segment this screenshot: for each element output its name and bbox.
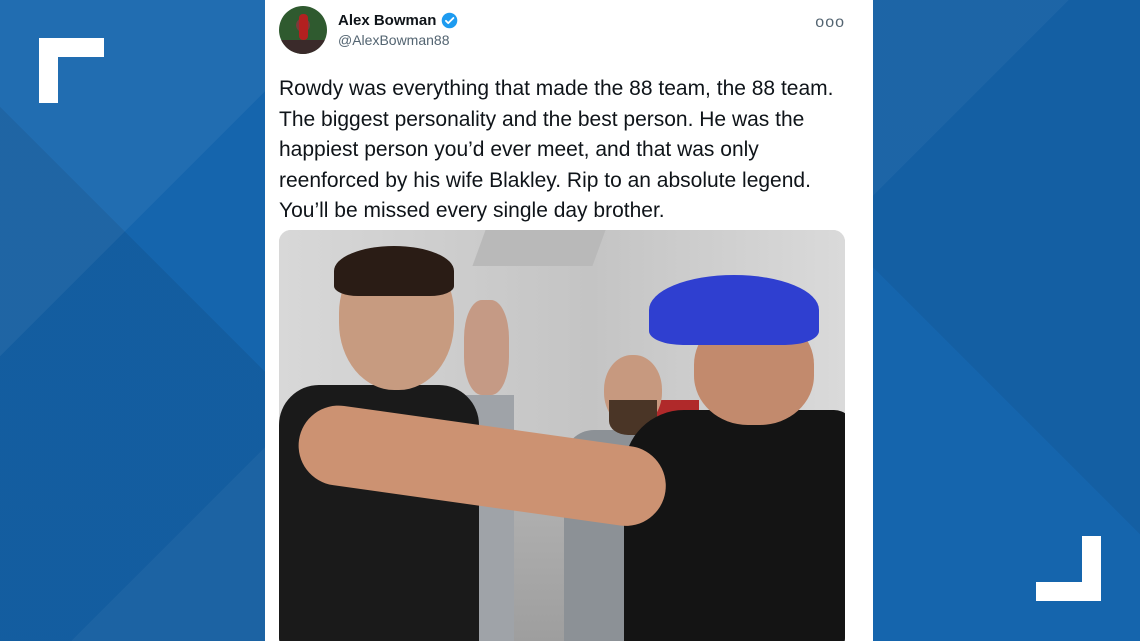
corner-bracket-top-left bbox=[39, 38, 104, 103]
author-handle[interactable]: @AlexBowman88 bbox=[338, 32, 450, 48]
author-row: Alex Bowman bbox=[338, 12, 458, 29]
verified-badge-icon bbox=[442, 12, 458, 29]
tweet-photo[interactable] bbox=[279, 230, 845, 641]
corner-bracket-bottom-right bbox=[1036, 536, 1101, 601]
tweet-card: Alex Bowman @AlexBowman88 ooo Rowdy was … bbox=[265, 0, 873, 641]
avatar[interactable] bbox=[279, 6, 327, 54]
tweet-text: Rowdy was everything that made the 88 te… bbox=[279, 77, 834, 222]
author-name[interactable]: Alex Bowman bbox=[338, 12, 436, 29]
tweet-header: Alex Bowman @AlexBowman88 ooo bbox=[279, 6, 859, 56]
more-options-icon[interactable]: ooo bbox=[815, 14, 845, 32]
